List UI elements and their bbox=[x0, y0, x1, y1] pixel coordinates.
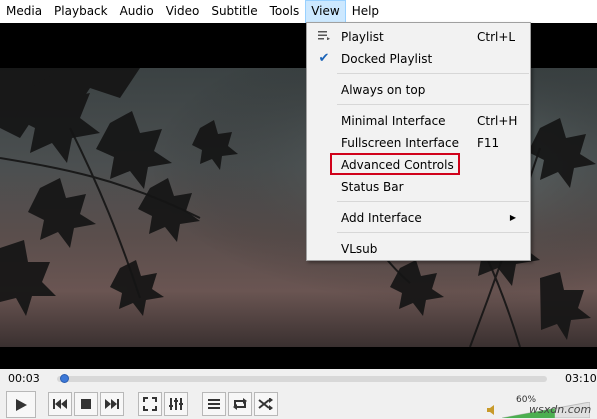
watermark-text: wsxdn.com bbox=[529, 403, 592, 416]
loop-button[interactable] bbox=[228, 392, 252, 416]
menu-tools[interactable]: Tools bbox=[264, 0, 306, 23]
menu-help[interactable]: Help bbox=[346, 0, 385, 23]
menu-item-shortcut: Ctrl+H bbox=[477, 114, 518, 128]
menu-item-docked-playlist[interactable]: ✔ Docked Playlist bbox=[309, 48, 528, 70]
menu-item-label: Docked Playlist bbox=[341, 52, 433, 66]
menu-item-label: Status Bar bbox=[341, 180, 404, 194]
submenu-arrow-icon: ▶ bbox=[509, 213, 516, 222]
seek-handle[interactable] bbox=[59, 374, 69, 383]
shuffle-button[interactable] bbox=[254, 392, 278, 416]
total-time: 03:10 bbox=[565, 372, 597, 385]
loop-icon bbox=[233, 398, 247, 410]
stop-icon bbox=[81, 399, 91, 409]
annotation-highlight-box bbox=[330, 153, 460, 175]
shuffle-icon bbox=[258, 398, 273, 410]
menu-separator bbox=[337, 232, 529, 233]
menu-bar: Media Playback Audio Video Subtitle Tool… bbox=[0, 0, 597, 23]
previous-button[interactable] bbox=[48, 392, 72, 416]
previous-icon bbox=[53, 399, 67, 409]
menu-separator bbox=[337, 104, 529, 105]
next-icon bbox=[105, 399, 119, 409]
playlist-toggle-icon bbox=[208, 399, 220, 409]
menu-item-shortcut: F11 bbox=[477, 136, 500, 150]
seek-bar-row: 00:03 03:10 bbox=[0, 369, 597, 389]
play-button[interactable] bbox=[6, 391, 36, 418]
fullscreen-button[interactable] bbox=[138, 392, 162, 416]
menu-view[interactable]: View bbox=[305, 0, 346, 23]
menu-item-status-bar[interactable]: Status Bar bbox=[309, 176, 528, 198]
menu-item-label: Fullscreen Interface bbox=[341, 136, 459, 150]
extended-settings-button[interactable] bbox=[164, 392, 188, 416]
elapsed-time: 00:03 bbox=[8, 372, 40, 385]
menu-item-label: VLsub bbox=[341, 242, 378, 256]
speaker-icon[interactable] bbox=[486, 404, 498, 416]
menu-video[interactable]: Video bbox=[160, 0, 206, 23]
menu-separator bbox=[337, 201, 529, 202]
menu-item-label: Minimal Interface bbox=[341, 114, 446, 128]
menu-audio[interactable]: Audio bbox=[114, 0, 160, 23]
view-menu-dropdown: Playlist Ctrl+L ✔ Docked Playlist Always… bbox=[306, 22, 531, 261]
menu-item-always-on-top[interactable]: Always on top bbox=[309, 79, 528, 101]
menu-item-label: Add Interface bbox=[341, 211, 422, 225]
playlist-icon bbox=[316, 26, 332, 48]
extended-settings-icon bbox=[169, 398, 183, 410]
menu-playback[interactable]: Playback bbox=[48, 0, 114, 23]
fullscreen-icon bbox=[143, 397, 157, 411]
play-icon bbox=[16, 398, 27, 411]
controls-row: 60% wsxdn.com bbox=[0, 389, 597, 419]
menu-media[interactable]: Media bbox=[0, 0, 48, 23]
playlist-toggle-button[interactable] bbox=[202, 392, 226, 416]
menu-item-add-interface[interactable]: Add Interface ▶ bbox=[309, 207, 528, 229]
menu-item-shortcut: Ctrl+L bbox=[477, 30, 516, 44]
menu-item-minimal-interface[interactable]: Minimal Interface Ctrl+H bbox=[309, 110, 528, 132]
stop-button[interactable] bbox=[74, 392, 98, 416]
menu-item-fullscreen-interface[interactable]: Fullscreen Interface F11 bbox=[309, 132, 528, 154]
menu-item-label: Playlist bbox=[341, 30, 384, 44]
seek-track[interactable] bbox=[57, 376, 547, 382]
menu-item-playlist[interactable]: Playlist Ctrl+L bbox=[309, 26, 528, 48]
next-button[interactable] bbox=[100, 392, 124, 416]
menu-separator bbox=[337, 73, 529, 74]
menu-item-vlsub[interactable]: VLsub bbox=[309, 238, 528, 260]
checkmark-icon: ✔ bbox=[318, 51, 330, 66]
menu-subtitle[interactable]: Subtitle bbox=[205, 0, 263, 23]
menu-item-label: Always on top bbox=[341, 83, 426, 97]
